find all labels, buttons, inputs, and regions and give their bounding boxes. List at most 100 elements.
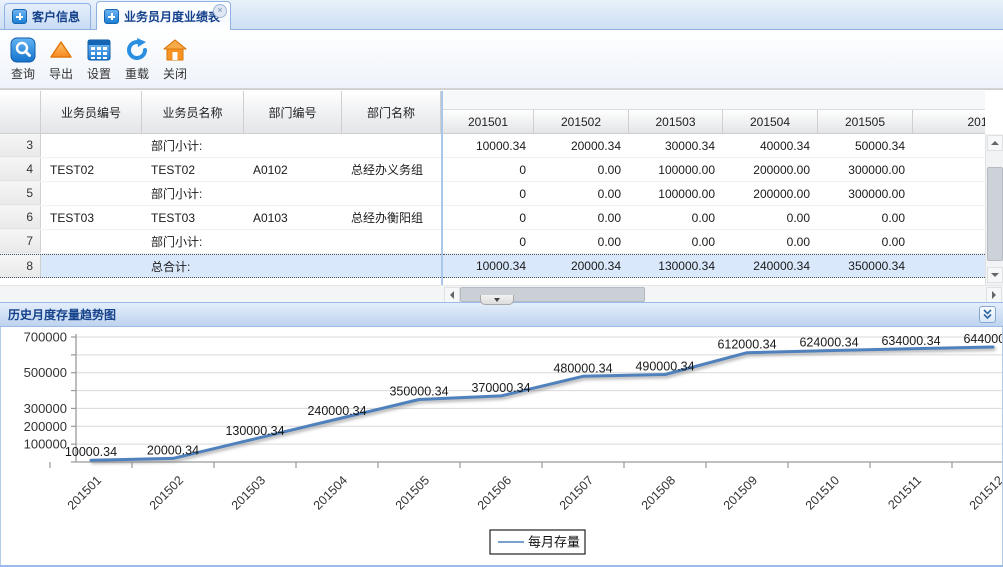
scroll-right-button[interactable] <box>986 287 1002 303</box>
cell <box>41 255 142 277</box>
query-button[interactable]: 查询 <box>4 35 42 82</box>
month-value-cell: 0.00 <box>723 206 818 229</box>
home-icon <box>162 37 188 63</box>
frozen-pane-divider <box>441 91 443 285</box>
month-value-cell: 10000.34 <box>443 255 534 277</box>
cell: A0103 <box>244 206 342 229</box>
calendar-icon <box>86 37 112 63</box>
month-column-header[interactable]: 201505 <box>818 110 913 134</box>
tab-monthly-performance[interactable]: 业务员月度业绩表 × <box>96 1 231 30</box>
close-button[interactable]: 关闭 <box>156 35 194 82</box>
reload-icon <box>124 37 150 63</box>
settings-button[interactable]: 设置 <box>80 35 118 82</box>
cell: 部门小计: <box>142 230 244 253</box>
tab-close-icon[interactable]: × <box>213 4 227 18</box>
data-label: 20000.34 <box>147 443 199 457</box>
y-axis-label: 300000 <box>24 401 67 416</box>
row-number: 8 <box>0 255 41 277</box>
data-label: 644000.34 <box>963 332 1002 346</box>
month-value-cell: 0.00 <box>913 230 985 253</box>
table-row-months[interactable]: 00.000.000.000.000.00 <box>443 230 985 254</box>
cell: TEST03 <box>142 206 244 229</box>
vertical-scrollbar-thumb[interactable] <box>987 167 1003 261</box>
toolbar-button-label: 导出 <box>49 65 73 82</box>
month-value-cell: 0.00 <box>534 206 629 229</box>
x-axis-label: 201510 <box>803 473 842 512</box>
table-row-months[interactable]: 10000.3420000.34130000.34240000.34350000… <box>443 254 985 278</box>
tab-bar: 客户信息 业务员月度业绩表 × <box>0 0 1003 30</box>
export-button[interactable]: 导出 <box>42 35 80 82</box>
table-row-months[interactable]: 00.00100000.00200000.00300000.00300000.0… <box>443 182 985 206</box>
tab-label: 业务员月度业绩表 <box>124 8 220 25</box>
month-value-cell: 100000.00 <box>629 182 723 205</box>
splitter-collapse-handle[interactable] <box>480 295 514 305</box>
month-value-cell: 50000.34 <box>818 134 913 157</box>
cell <box>342 182 441 205</box>
row-number: 6 <box>0 206 41 229</box>
month-column-header[interactable]: 201501 <box>443 110 534 134</box>
cell <box>41 230 142 253</box>
column-header[interactable]: 部门名称 <box>342 91 441 134</box>
row-number: 3 <box>0 134 41 157</box>
column-header[interactable]: 业务员编号 <box>41 91 142 134</box>
grid-body-left: 3部门小计:4TEST02TEST02A0102总经办义务组5部门小计:6TES… <box>0 134 441 279</box>
month-value-cell: 300000.00 <box>818 182 913 205</box>
data-label: 240000.34 <box>307 404 366 418</box>
month-value-cell: 300000.00 <box>818 158 913 181</box>
cell: 总经办衡阳组 <box>342 206 441 229</box>
scroll-left-button[interactable] <box>444 287 460 303</box>
table-row[interactable]: 6TEST03TEST03A0103总经办衡阳组 <box>0 206 441 230</box>
line-chart-canvas: 7000005000003000002000001000002015012015… <box>1 327 1002 565</box>
cell: 部门小计: <box>142 182 244 205</box>
table-row-months[interactable]: 00.00100000.00200000.00300000.00300000.0… <box>443 158 985 182</box>
table-row[interactable]: 5 部门小计: <box>0 182 441 206</box>
y-axis-label: 200000 <box>24 419 67 434</box>
row-number: 4 <box>0 158 41 181</box>
column-header[interactable]: 部门编号 <box>244 91 342 134</box>
month-column-header[interactable]: 201503 <box>629 110 723 134</box>
chart-panel-title: 历史月度存量趋势图 <box>0 306 116 323</box>
table-row[interactable]: 8总合计: <box>0 254 441 278</box>
row-number: 5 <box>0 182 41 205</box>
reload-button[interactable]: 重载 <box>118 35 156 82</box>
legend: 每月存量 <box>490 530 585 554</box>
scroll-down-button[interactable] <box>987 267 1003 283</box>
cell: 部门小计: <box>142 134 244 157</box>
data-label: 350000.34 <box>389 384 448 398</box>
month-column-header[interactable]: 201506 <box>913 110 985 134</box>
cell <box>342 255 441 277</box>
panel-collapse-button[interactable] <box>979 306 996 323</box>
table-row[interactable]: 3 部门小计: <box>0 134 441 158</box>
month-value-cell: 200000.00 <box>723 182 818 205</box>
y-axis-label: 100000 <box>24 437 67 452</box>
x-axis-label: 201508 <box>639 473 678 512</box>
month-column-header[interactable]: 201504 <box>723 110 818 134</box>
x-axis-label: 201512 <box>967 473 1002 512</box>
month-value-cell: 10000.34 <box>443 134 534 157</box>
legend-label: 每月存量 <box>528 535 580 550</box>
month-value-cell: 0.00 <box>534 182 629 205</box>
toolbar-button-label: 重载 <box>125 65 149 82</box>
x-axis-label: 201509 <box>721 473 760 512</box>
month-value-cell: 0 <box>443 206 534 229</box>
scroll-up-button[interactable] <box>987 135 1003 151</box>
month-value-cell: 240000.34 <box>723 255 818 277</box>
row-number: 7 <box>0 230 41 253</box>
table-row-months[interactable]: 10000.3420000.3430000.3440000.3450000.34 <box>443 134 985 158</box>
vertical-scrollbar[interactable] <box>985 134 1003 285</box>
table-row-months[interactable]: 00.000.000.000.000.00 <box>443 206 985 230</box>
cell <box>342 230 441 253</box>
cell <box>244 134 342 157</box>
month-value-cell: 0.00 <box>818 206 913 229</box>
grid-header-spacer <box>443 91 985 110</box>
tab-customer-info[interactable]: 客户信息 <box>4 3 91 29</box>
performance-grid: 业务员编号业务员名称部门编号部门名称 201501201502201503201… <box>0 89 1003 302</box>
month-value-cell: 0.00 <box>629 230 723 253</box>
grid-body-months: 10000.3420000.3430000.3440000.3450000.34… <box>443 134 985 279</box>
table-row[interactable]: 7 部门小计: <box>0 230 441 254</box>
month-column-header[interactable]: 201502 <box>534 110 629 134</box>
month-value-cell: 300000.00 <box>913 182 985 205</box>
column-header[interactable]: 业务员名称 <box>142 91 244 134</box>
month-value-cell: 0.00 <box>629 206 723 229</box>
table-row[interactable]: 4TEST02TEST02A0102总经办义务组 <box>0 158 441 182</box>
